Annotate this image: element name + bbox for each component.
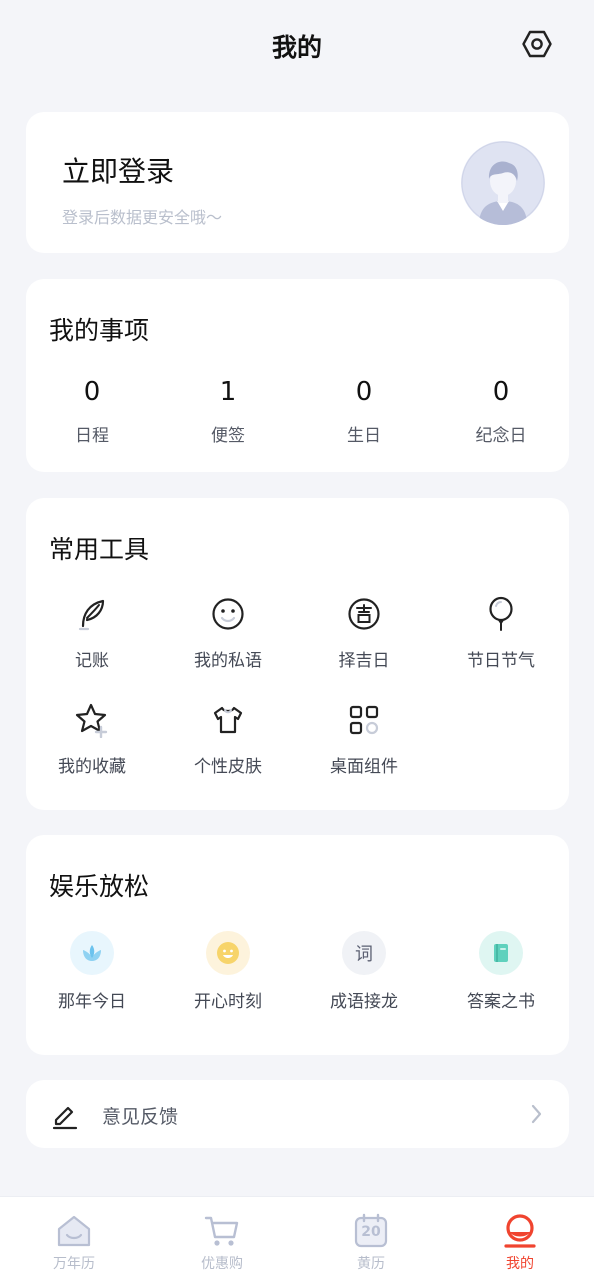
edit-icon [52, 1106, 78, 1130]
stat-label: 生日 [347, 426, 381, 446]
tool-label: 答案之书 [467, 992, 535, 1012]
tool-label: 成语接龙 [330, 992, 398, 1012]
common-tools-card: 常用工具 记账 我的私语 择吉日 节日节气 我的收藏 个性皮肤 桌面组件 [26, 498, 569, 810]
section-title: 常用工具 [49, 535, 150, 564]
word-glyph: 词 [355, 944, 373, 965]
my-matters-card: 我的事项 0 日程 1 便签 0 生日 0 纪念日 [26, 279, 569, 472]
stat-label: 便签 [211, 426, 245, 446]
tool-label: 记账 [75, 651, 109, 671]
profile-icon [500, 1211, 540, 1251]
tool-whisper[interactable]: 我的私语 [163, 594, 293, 671]
settings-hexagon-icon [522, 30, 552, 58]
feedback-row[interactable]: 意见反馈 [26, 1080, 569, 1148]
star-plus-icon [72, 700, 112, 740]
avatar-icon[interactable] [461, 141, 545, 225]
cart-icon [202, 1211, 242, 1251]
login-card[interactable]: 立即登录 登录后数据更安全哦～ [26, 112, 569, 253]
tool-auspicious-day[interactable]: 择吉日 [299, 594, 429, 671]
stat-schedule[interactable]: 0 日程 [27, 377, 157, 446]
tab-calendar-home[interactable]: 万年历 [24, 1211, 124, 1273]
tool-label: 桌面组件 [330, 757, 398, 777]
tab-deals[interactable]: 优惠购 [172, 1211, 272, 1273]
page-title: 我的 [271, 33, 322, 62]
stat-count: 0 [83, 377, 101, 407]
tool-label: 那年今日 [58, 992, 126, 1012]
tool-label: 我的私语 [194, 651, 262, 671]
tool-label: 开心时刻 [194, 992, 262, 1012]
stat-label: 日程 [75, 426, 109, 446]
book-icon [479, 931, 523, 975]
widgets-icon [344, 700, 384, 740]
stat-notes[interactable]: 1 便签 [163, 377, 293, 446]
chevron-right-icon [531, 1104, 542, 1124]
feedback-label: 意见反馈 [102, 1106, 179, 1128]
settings-button[interactable] [520, 27, 554, 61]
tab-mine[interactable]: 我的 [470, 1211, 570, 1273]
balloon-icon [481, 594, 521, 634]
tab-label: 我的 [506, 1256, 534, 1272]
stat-birthday[interactable]: 0 生日 [299, 377, 429, 446]
tool-festivals[interactable]: 节日节气 [436, 594, 566, 671]
home-icon [54, 1211, 94, 1251]
section-title: 娱乐放松 [49, 872, 150, 901]
stat-anniversary[interactable]: 0 纪念日 [436, 377, 566, 446]
login-title[interactable]: 立即登录 [62, 150, 174, 190]
tool-label: 节日节气 [467, 651, 535, 671]
stat-count: 0 [355, 377, 373, 407]
tool-label: 择吉日 [338, 651, 390, 671]
tool-bookkeeping[interactable]: 记账 [27, 594, 157, 671]
happy-face-icon [206, 931, 250, 975]
tool-skins[interactable]: 个性皮肤 [163, 700, 293, 777]
tab-label: 黄历 [357, 1256, 385, 1272]
feather-icon [72, 594, 112, 634]
tool-label: 个性皮肤 [194, 757, 262, 777]
login-subtitle: 登录后数据更安全哦～ [62, 208, 223, 227]
tool-widgets[interactable]: 桌面组件 [299, 700, 429, 777]
lotus-icon [70, 931, 114, 975]
fun-idiom-chain[interactable]: 词 成语接龙 [299, 931, 429, 1012]
tab-label: 优惠购 [201, 1256, 243, 1272]
fun-book-of-answers[interactable]: 答案之书 [436, 931, 566, 1012]
auspicious-icon [344, 594, 384, 634]
tool-label: 我的收藏 [58, 757, 126, 777]
smile-icon [208, 594, 248, 634]
tab-almanac[interactable]: 20 黄历 [321, 1211, 421, 1273]
stat-count: 0 [492, 377, 510, 407]
stat-label: 纪念日 [475, 426, 527, 446]
calendar-day: 20 [361, 1224, 381, 1240]
section-title: 我的事项 [49, 316, 150, 345]
header: 我的 [0, 0, 594, 88]
stat-count: 1 [219, 377, 237, 407]
tab-label: 万年历 [53, 1256, 95, 1272]
entertainment-card: 娱乐放松 那年今日 开心时刻 词 成语接龙 答案之书 [26, 835, 569, 1055]
word-icon: 词 [342, 931, 386, 975]
tool-favorites[interactable]: 我的收藏 [27, 700, 157, 777]
bottom-tab-bar: 万年历 优惠购 20 黄历 我的 [0, 1196, 594, 1280]
calendar-icon: 20 [351, 1211, 391, 1251]
fun-happy-moments[interactable]: 开心时刻 [163, 931, 293, 1012]
tshirt-icon [208, 700, 248, 740]
fun-on-this-day[interactable]: 那年今日 [27, 931, 157, 1012]
